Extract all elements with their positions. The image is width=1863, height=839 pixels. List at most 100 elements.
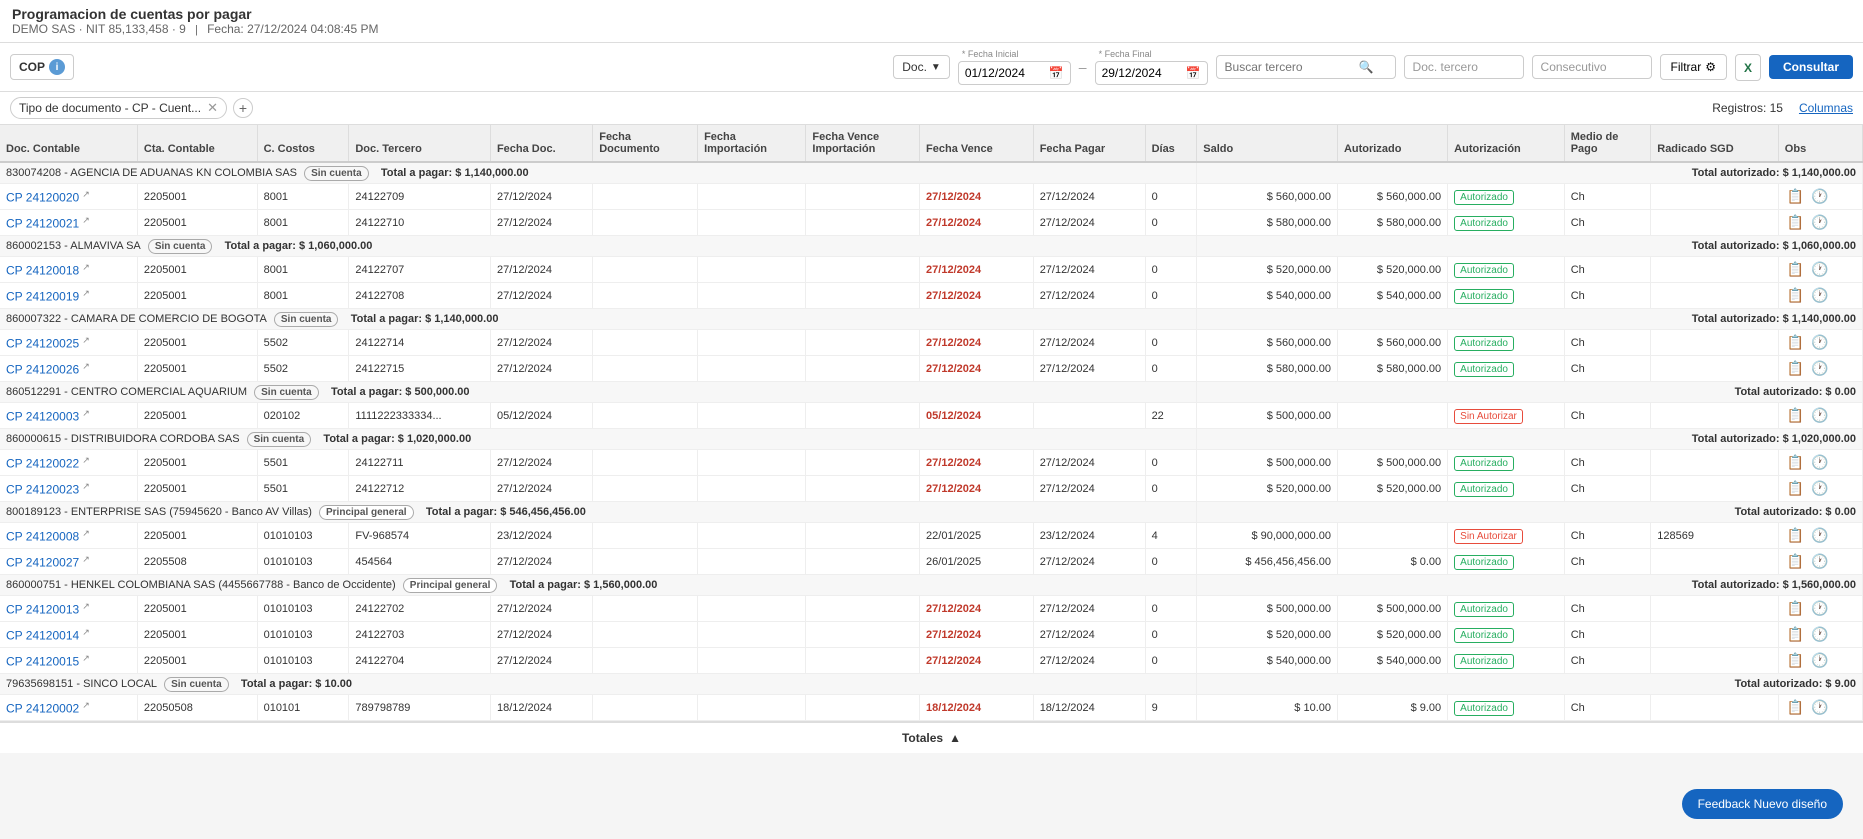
group-label-cell: 860002153 - ALMAVIVA SA Sin cuenta Total… — [0, 236, 1197, 257]
fecha-final-input[interactable] — [1102, 66, 1182, 80]
calendar-action-icon[interactable]: 📋 — [1785, 188, 1806, 204]
col-fecha-vence: Fecha Vence — [920, 125, 1034, 162]
cell-fecha-vence-importacion — [806, 330, 920, 356]
doc-contable-link[interactable]: CP 24120026 — [6, 362, 79, 376]
cell-fecha-pagar: 27/12/2024 — [1033, 356, 1145, 382]
columnas-button[interactable]: Columnas — [1799, 101, 1853, 115]
doc-contable-link[interactable]: CP 24120019 — [6, 289, 79, 303]
cell-fecha-vence-importacion — [806, 184, 920, 210]
autorizacion-badge: Autorizado — [1454, 456, 1514, 471]
doc-select[interactable]: Doc. ▼ — [893, 55, 950, 79]
calendar-action-icon[interactable]: 📋 — [1785, 652, 1806, 668]
calendar-action-icon[interactable]: 📋 — [1785, 626, 1806, 642]
group-header-row: 79635698151 - SINCO LOCAL Sin cuenta Tot… — [0, 674, 1863, 695]
doc-contable-link[interactable]: CP 24120022 — [6, 456, 79, 470]
external-icon: ↗ — [82, 601, 90, 611]
doc-contable-link[interactable]: CP 24120025 — [6, 336, 79, 350]
calendar-action-icon[interactable]: 📋 — [1785, 480, 1806, 496]
cell-cta-contable: 2205001 — [137, 356, 257, 382]
cell-fecha-importacion — [698, 210, 806, 236]
history-action-icon[interactable]: 🕐 — [1809, 407, 1830, 423]
calendar-action-icon[interactable]: 📋 — [1785, 699, 1806, 715]
fecha-inicial-field[interactable]: 📅 — [958, 61, 1071, 85]
fecha-inicial-input[interactable] — [965, 66, 1045, 80]
cell-radicado-sgd — [1651, 210, 1779, 236]
doc-contable-link[interactable]: CP 24120008 — [6, 529, 79, 543]
history-action-icon[interactable]: 🕐 — [1809, 553, 1830, 569]
table-row: CP 24120002 ↗ 22050508 010101 789798789 … — [0, 695, 1863, 721]
doc-contable-link[interactable]: CP 24120018 — [6, 263, 79, 277]
totales-label: Totales — [902, 731, 943, 745]
cell-dias: 0 — [1145, 549, 1197, 575]
add-filter-button[interactable]: + — [233, 98, 253, 118]
filter-tag: Tipo de documento - CP - Cuent... ✕ — [10, 97, 227, 119]
cell-radicado-sgd — [1651, 596, 1779, 622]
calendar-action-icon[interactable]: 📋 — [1785, 287, 1806, 303]
cell-doc-contable: CP 24120003 ↗ — [0, 403, 137, 429]
doc-tercero-field[interactable]: Doc. tercero — [1404, 55, 1524, 79]
filter-tag-close[interactable]: ✕ — [207, 100, 218, 116]
cell-autorizado: $ 520,000.00 — [1337, 257, 1447, 283]
doc-contable-link[interactable]: CP 24120003 — [6, 409, 79, 423]
fecha-final-field[interactable]: 📅 — [1095, 61, 1208, 85]
calendar-action-icon[interactable]: 📋 — [1785, 553, 1806, 569]
history-action-icon[interactable]: 🕐 — [1809, 652, 1830, 668]
doc-contable-link[interactable]: CP 24120014 — [6, 628, 79, 642]
doc-contable-link[interactable]: CP 24120021 — [6, 216, 79, 230]
calendar-icon[interactable]: 📅 — [1049, 66, 1064, 80]
doc-contable-link[interactable]: CP 24120015 — [6, 654, 79, 668]
doc-contable-link[interactable]: CP 24120020 — [6, 190, 79, 204]
buscar-tercero-input[interactable] — [1225, 60, 1355, 74]
history-action-icon[interactable]: 🕐 — [1809, 214, 1830, 230]
table-row: CP 24120023 ↗ 2205001 5501 24122712 27/1… — [0, 476, 1863, 502]
cell-saldo: $ 560,000.00 — [1197, 184, 1338, 210]
calendar-action-icon[interactable]: 📋 — [1785, 214, 1806, 230]
history-action-icon[interactable]: 🕐 — [1809, 261, 1830, 277]
cell-fecha-importacion — [698, 450, 806, 476]
cell-radicado-sgd — [1651, 622, 1779, 648]
buscar-tercero-box[interactable]: 🔍 — [1216, 55, 1396, 79]
calendar-action-icon[interactable]: 📋 — [1785, 360, 1806, 376]
group-header-row: 860512291 - CENTRO COMERCIAL AQUARIUM Si… — [0, 382, 1863, 403]
cell-autorizado — [1337, 403, 1447, 429]
col-c-costos: C. Costos — [257, 125, 349, 162]
footer-totales[interactable]: Totales ▲ — [0, 721, 1863, 753]
group-header-row: 860000751 - HENKEL COLOMBIANA SAS (44556… — [0, 575, 1863, 596]
consultar-button[interactable]: Consultar — [1769, 55, 1853, 79]
calendar-action-icon[interactable]: 📋 — [1785, 600, 1806, 616]
excel-button[interactable]: X — [1735, 54, 1761, 81]
history-action-icon[interactable]: 🕐 — [1809, 287, 1830, 303]
table-row: CP 24120020 ↗ 2205001 8001 24122709 27/1… — [0, 184, 1863, 210]
currency-selector[interactable]: COP i — [10, 54, 74, 80]
cell-fecha-importacion — [698, 648, 806, 674]
history-action-icon[interactable]: 🕐 — [1809, 600, 1830, 616]
doc-contable-link[interactable]: CP 24120013 — [6, 602, 79, 616]
filtrar-button[interactable]: Filtrar ⚙ — [1660, 54, 1727, 80]
cell-radicado-sgd — [1651, 184, 1779, 210]
cell-fecha-doc: 27/12/2024 — [490, 210, 592, 236]
calendar-action-icon[interactable]: 📋 — [1785, 407, 1806, 423]
history-action-icon[interactable]: 🕐 — [1809, 454, 1830, 470]
history-action-icon[interactable]: 🕐 — [1809, 360, 1830, 376]
feedback-button[interactable]: Feedback Nuevo diseño — [1682, 789, 1843, 819]
history-action-icon[interactable]: 🕐 — [1809, 626, 1830, 642]
cell-fecha-documento — [593, 476, 698, 502]
doc-contable-link[interactable]: CP 24120023 — [6, 482, 79, 496]
history-action-icon[interactable]: 🕐 — [1809, 334, 1830, 350]
history-action-icon[interactable]: 🕐 — [1809, 188, 1830, 204]
cell-fecha-vence-importacion — [806, 257, 920, 283]
info-icon[interactable]: i — [49, 59, 65, 75]
history-action-icon[interactable]: 🕐 — [1809, 527, 1830, 543]
calendar-action-icon[interactable]: 📋 — [1785, 454, 1806, 470]
history-action-icon[interactable]: 🕐 — [1809, 699, 1830, 715]
doc-contable-link[interactable]: CP 24120002 — [6, 701, 79, 715]
calendar-icon-2[interactable]: 📅 — [1186, 66, 1201, 80]
calendar-action-icon[interactable]: 📋 — [1785, 527, 1806, 543]
consecutivo-field[interactable]: Consecutivo — [1532, 55, 1652, 79]
col-doc-contable: Doc. Contable — [0, 125, 137, 162]
calendar-action-icon[interactable]: 📋 — [1785, 261, 1806, 277]
group-header-row: 800189123 - ENTERPRISE SAS (75945620 - B… — [0, 502, 1863, 523]
history-action-icon[interactable]: 🕐 — [1809, 480, 1830, 496]
doc-contable-link[interactable]: CP 24120027 — [6, 555, 79, 569]
calendar-action-icon[interactable]: 📋 — [1785, 334, 1806, 350]
